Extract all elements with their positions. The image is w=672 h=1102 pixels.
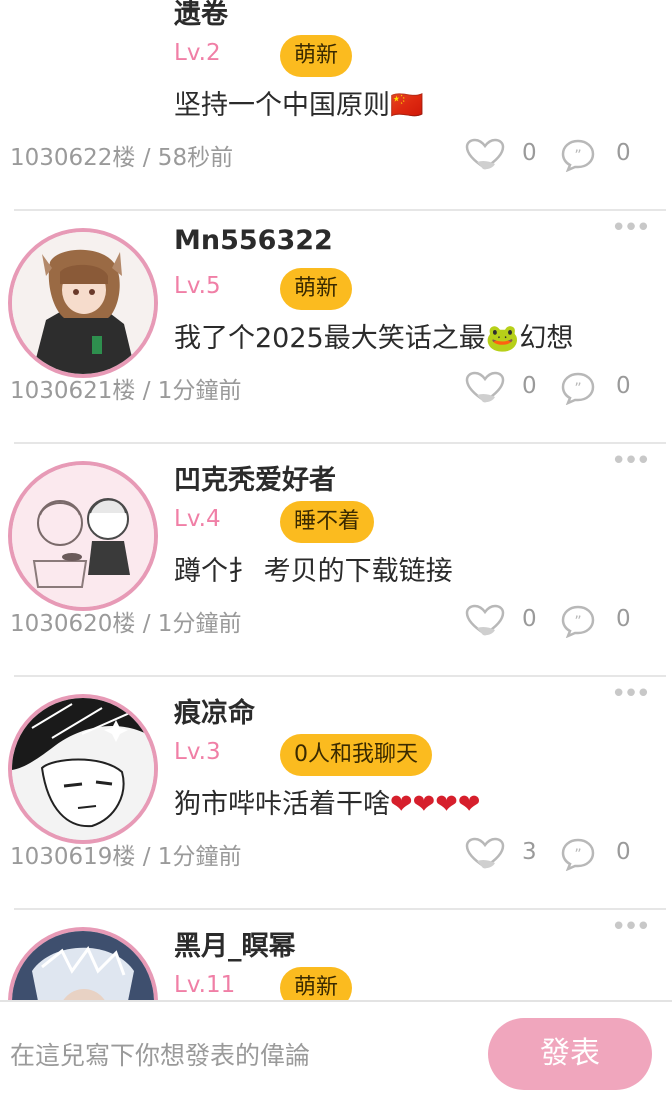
post-content-text: 我了个2025最大笑话之最 bbox=[174, 323, 486, 354]
comment-icon[interactable]: ” bbox=[560, 138, 596, 172]
comment-count: 0 bbox=[616, 606, 631, 632]
post-content: 坚持一个中国原则🇨🇳 bbox=[174, 83, 424, 122]
post-content-tail: 幻想 bbox=[519, 323, 574, 354]
comment-input[interactable] bbox=[8, 1030, 472, 1080]
like-icon[interactable] bbox=[465, 371, 505, 405]
user-avatar[interactable] bbox=[8, 927, 158, 1000]
comment-count: 0 bbox=[616, 140, 631, 166]
post-level: Lv.5 bbox=[174, 273, 221, 299]
comment-icon[interactable]: ” bbox=[560, 604, 596, 638]
post-content: 蹲个扌 考贝的下载链接 bbox=[174, 556, 453, 587]
post-badge: 萌新 bbox=[280, 268, 353, 310]
post-meta: 1030620楼 / 1分鐘前 bbox=[10, 611, 242, 637]
post-meta: 1030621楼 / 1分鐘前 bbox=[10, 378, 242, 404]
post-content: 狗市哔咔活着干啥❤❤❤❤ bbox=[174, 782, 481, 821]
post-username[interactable]: 黑月_瞑幂 bbox=[174, 924, 296, 963]
post-level: Lv.3 bbox=[174, 739, 221, 765]
user-avatar[interactable] bbox=[8, 694, 158, 844]
post-username[interactable]: 遗卷 bbox=[174, 0, 228, 31]
svg-text:”: ” bbox=[574, 148, 581, 164]
post-level: Lv.11 bbox=[174, 972, 236, 998]
svg-text:”: ” bbox=[574, 614, 581, 630]
post-meta: 1030622楼 / 58秒前 bbox=[10, 145, 234, 171]
like-count: 0 bbox=[522, 606, 537, 632]
like-icon[interactable] bbox=[465, 604, 505, 638]
post-username[interactable]: Mn556322 bbox=[174, 225, 333, 256]
user-avatar[interactable] bbox=[8, 228, 158, 378]
hearts-emoji: ❤❤❤❤ bbox=[390, 789, 481, 820]
post-level: Lv.2 bbox=[174, 40, 221, 66]
comment-post: 黑月_瞑幂 Lv.11 萌新 ••• bbox=[0, 910, 672, 1000]
comment-post: 凹克秃爱好者 Lv.4 睡不着 蹲个扌 考贝的下载链接 ••• 1030620楼… bbox=[0, 444, 672, 677]
comment-composer: 發表 bbox=[0, 1000, 672, 1102]
post-content-text: 狗市哔咔活着干啥 bbox=[174, 789, 390, 820]
comment-count: 0 bbox=[616, 373, 631, 399]
publish-button[interactable]: 發表 bbox=[488, 1018, 652, 1090]
comment-post: 痕凉命 Lv.3 0人和我聊天 狗市哔咔活着干啥❤❤❤❤ ••• 1030619… bbox=[0, 677, 672, 910]
comment-feed[interactable]: 遗卷 Lv.2 萌新 坚持一个中国原则🇨🇳 ••• 1030622楼 / 58秒… bbox=[0, 0, 672, 1000]
post-content-text: 坚持一个中国原则 bbox=[174, 90, 390, 121]
svg-text:”: ” bbox=[574, 847, 581, 863]
like-count: 0 bbox=[522, 373, 537, 399]
flag-emoji: 🇨🇳 bbox=[390, 90, 424, 121]
user-avatar[interactable] bbox=[8, 461, 158, 611]
more-options-icon[interactable]: ••• bbox=[611, 446, 651, 476]
post-username[interactable]: 痕凉命 bbox=[174, 691, 255, 730]
post-badge: 萌新 bbox=[280, 967, 353, 1000]
like-count: 3 bbox=[522, 839, 537, 865]
post-badge: 萌新 bbox=[280, 35, 353, 77]
svg-text:”: ” bbox=[574, 381, 581, 397]
more-options-icon[interactable]: ••• bbox=[611, 0, 651, 10]
more-options-icon[interactable]: ••• bbox=[611, 679, 651, 709]
comment-post: 遗卷 Lv.2 萌新 坚持一个中国原则🇨🇳 ••• 1030622楼 / 58秒… bbox=[0, 0, 672, 211]
post-username[interactable]: 凹克秃爱好者 bbox=[174, 458, 336, 497]
comment-icon[interactable]: ” bbox=[560, 371, 596, 405]
comment-icon[interactable]: ” bbox=[560, 837, 596, 871]
more-options-icon[interactable]: ••• bbox=[611, 213, 651, 243]
like-icon[interactable] bbox=[465, 837, 505, 871]
frog-emoji: 🐸 bbox=[485, 323, 520, 354]
post-level: Lv.4 bbox=[174, 506, 221, 532]
post-badge: 睡不着 bbox=[280, 501, 375, 543]
like-count: 0 bbox=[522, 140, 537, 166]
post-content: 我了个2025最大笑话之最🐸幻想 bbox=[174, 316, 573, 355]
more-options-icon[interactable]: ••• bbox=[611, 912, 651, 942]
post-meta: 1030619楼 / 1分鐘前 bbox=[10, 844, 242, 870]
post-badge: 0人和我聊天 bbox=[280, 734, 432, 776]
like-icon[interactable] bbox=[465, 138, 505, 172]
comment-post: Mn556322 Lv.5 萌新 我了个2025最大笑话之最🐸幻想 ••• 10… bbox=[0, 211, 672, 444]
comment-count: 0 bbox=[616, 839, 631, 865]
